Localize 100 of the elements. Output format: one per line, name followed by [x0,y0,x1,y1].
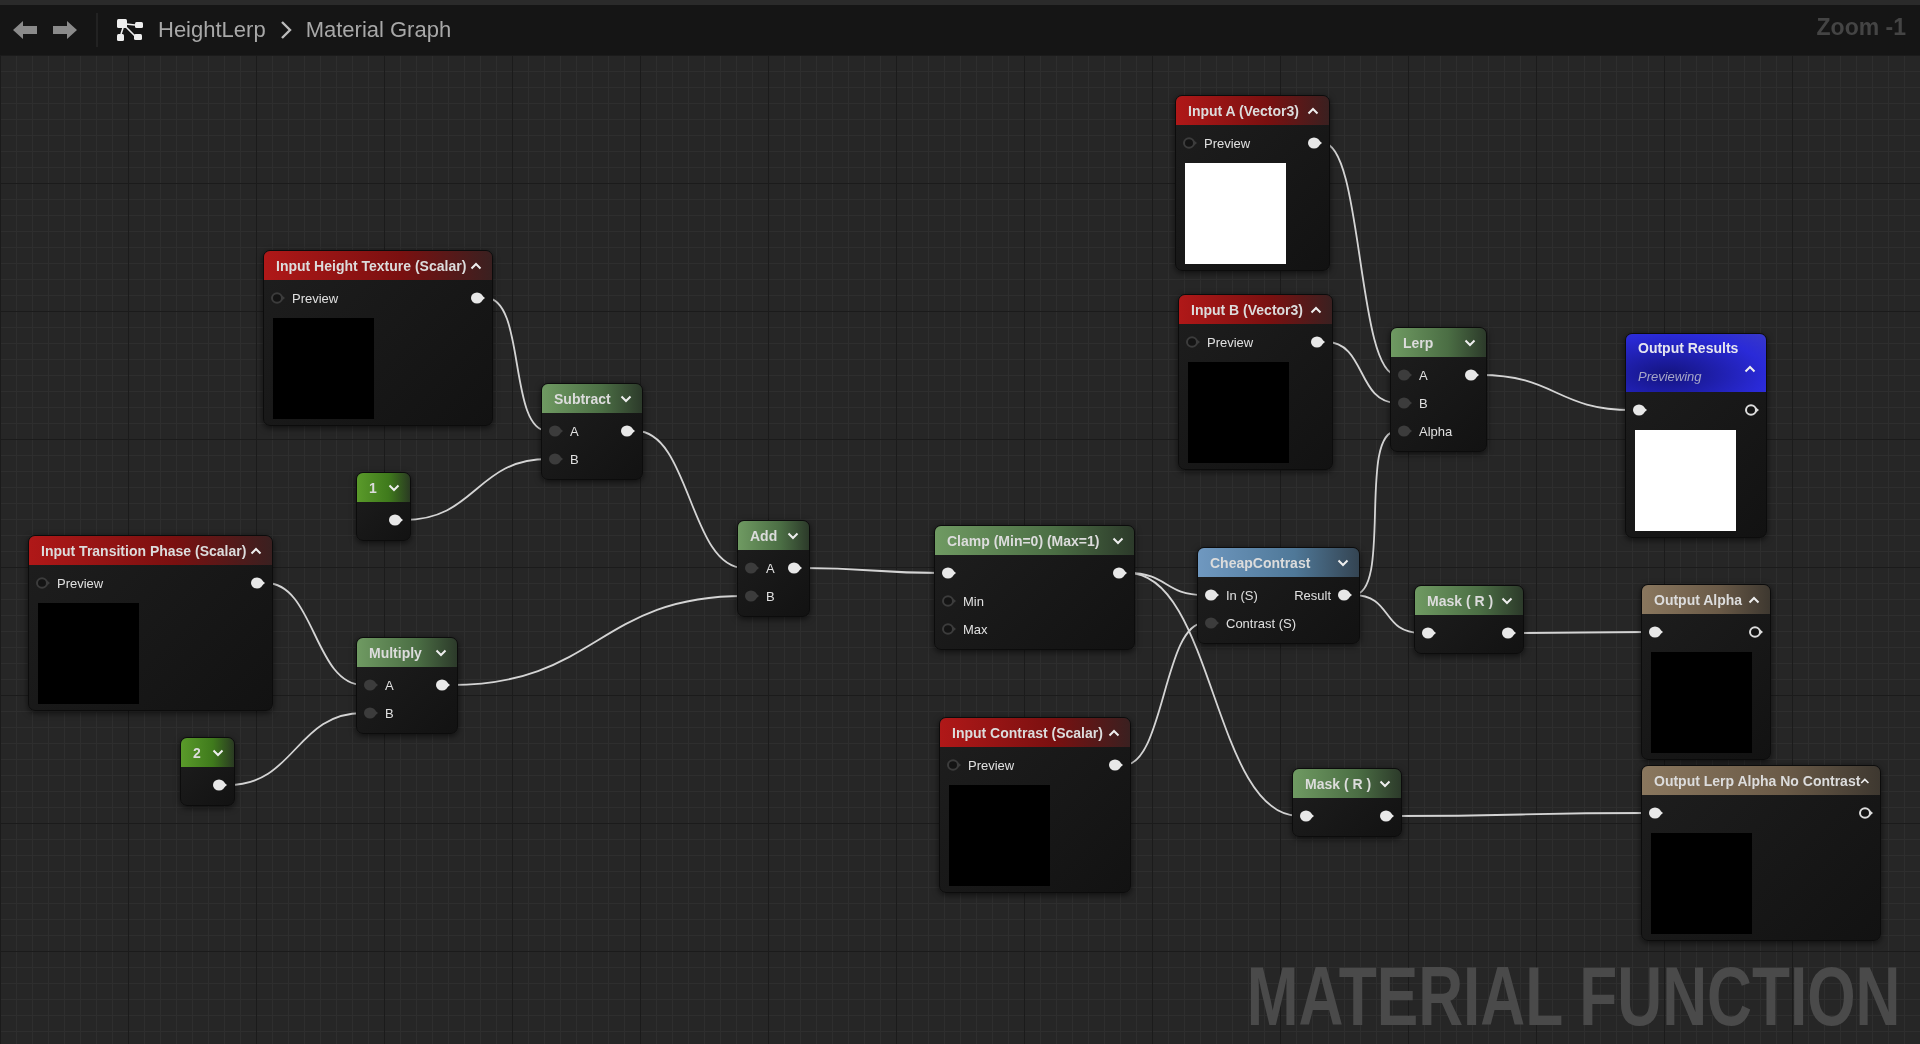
graph-node[interactable]: Lerp A B Alpha [1390,327,1487,452]
node-header[interactable]: Mask ( R ) [1415,586,1523,615]
node-title: Clamp (Min=0) (Max=1) [947,532,1100,549]
connection-pin[interactable] [1744,403,1760,417]
graph-node[interactable]: Clamp (Min=0) (Max=1) Min Max [934,525,1135,650]
chevron-down-icon[interactable] [787,531,799,540]
node-header[interactable]: Mask ( R ) [1293,769,1401,798]
pin-label: Preview [1207,334,1254,350]
arrow-right-icon [52,20,78,40]
graph-node[interactable]: Output Lerp Alpha No Contrast [1641,765,1881,941]
graph-node[interactable]: Input Contrast (Scalar) Preview [939,717,1131,893]
graph-node[interactable]: Subtract A B [541,383,643,480]
pin-label: B [1419,395,1428,411]
chevron-down-icon[interactable] [435,648,447,657]
node-header[interactable]: Input Transition Phase (Scalar) [29,536,272,565]
pin-label: A [766,560,775,576]
connection-pin[interactable] [1748,625,1764,639]
connection-pin[interactable] [388,513,404,527]
connection-pin[interactable] [470,291,486,305]
forward-button[interactable] [52,20,78,40]
node-title: Input Transition Phase (Scalar) [41,542,247,559]
chevron-up-icon[interactable] [250,546,262,555]
node-header[interactable]: Input Contrast (Scalar) [940,718,1130,747]
chevron-up-icon[interactable] [1744,365,1756,373]
node-title: Mask ( R ) [1427,592,1494,609]
connection-pin[interactable] [250,576,266,590]
pin-label: B [385,705,394,721]
breadcrumb-link[interactable]: Material Graph [305,17,452,43]
connection-pin[interactable] [1112,566,1128,580]
breadcrumb-link[interactable]: HeightLerp [158,17,266,43]
connection-pin[interactable] [1858,806,1874,820]
chevron-up-icon[interactable] [1860,776,1870,785]
node-header[interactable]: Input A (Vector3) [1176,96,1329,125]
chevron-up-icon[interactable] [1108,728,1120,737]
node-title: Add [750,527,778,544]
connection-pin[interactable] [435,678,451,692]
pin-label: In (S) [1226,587,1258,603]
connection-pin[interactable] [1204,588,1220,602]
back-button[interactable] [12,20,38,40]
graph-node[interactable]: Add A B [737,520,810,617]
graph-node[interactable]: Input A (Vector3) Preview [1175,95,1330,271]
graph-node[interactable]: Input Transition Phase (Scalar) Preview [28,535,273,711]
connection-pin[interactable] [941,566,957,580]
pin-label: B [570,451,579,467]
connection-pin[interactable] [1307,136,1323,150]
node-title: Subtract [554,390,611,407]
graph-node[interactable]: Output Alpha [1641,584,1771,760]
node-header[interactable]: Multiply [357,638,457,667]
connection-pin[interactable] [620,424,636,438]
connection-pin[interactable] [1108,758,1124,772]
chevron-down-icon[interactable] [1379,779,1391,788]
connection-pin[interactable] [1379,809,1395,823]
graph-node[interactable]: Mask ( R ) [1414,585,1524,654]
pin-label: B [766,588,775,604]
chevron-down-icon[interactable] [620,394,632,403]
chevron-right-icon [279,20,292,40]
connection-pin[interactable] [1632,403,1648,417]
node-header[interactable]: Add [738,521,809,550]
graph-node[interactable]: CheapContrast In (S) Result Contrast (S) [1197,547,1360,644]
node-header[interactable]: Input B (Vector3) [1179,295,1332,324]
chevron-down-icon[interactable] [1112,536,1124,545]
connection-pin[interactable] [1421,626,1437,640]
chevron-up-icon[interactable] [1307,106,1319,115]
node-header[interactable]: Clamp (Min=0) (Max=1) [935,526,1134,555]
graph-node[interactable]: Input B (Vector3) Preview [1178,294,1333,470]
chevron-down-icon[interactable] [1501,596,1513,605]
connection-pin[interactable] [1648,806,1664,820]
node-title: Output Alpha [1654,591,1743,608]
connection-pin[interactable] [1310,335,1326,349]
pin-label: Preview [292,290,339,306]
pin-label: Preview [1204,135,1251,151]
connection-pin[interactable] [1648,625,1664,639]
node-header[interactable]: Output Alpha [1642,585,1770,614]
node-header[interactable]: Output Lerp Alpha No Contrast [1642,766,1880,795]
connection-pin[interactable] [1299,809,1315,823]
node-header[interactable]: Output Results Previewing [1626,334,1766,392]
node-title: CheapContrast [1210,554,1311,571]
connection-pin[interactable] [1501,626,1517,640]
graph-node[interactable]: Mask ( R ) [1292,768,1402,837]
connection-pin[interactable] [1464,368,1480,382]
chevron-down-icon[interactable] [212,748,224,757]
node-title: Output Results [1638,340,1739,356]
graph-node[interactable]: Input Height Texture (Scalar) Preview [263,250,493,426]
node-header[interactable]: Subtract [542,384,642,413]
connection-pin[interactable] [1337,588,1353,602]
chevron-up-icon[interactable] [1310,305,1322,314]
node-title: Input B (Vector3) [1191,301,1303,318]
connection-pin[interactable] [212,778,228,792]
chevron-down-icon[interactable] [1464,338,1476,347]
chevron-down-icon[interactable] [388,483,400,492]
graph-node[interactable]: Output Results Previewing [1625,333,1767,538]
pin-label: Preview [968,757,1015,773]
chevron-up-icon[interactable] [470,261,482,270]
arrow-left-icon [12,20,38,40]
node-header[interactable]: Input Height Texture (Scalar) [264,251,492,280]
chevron-down-icon[interactable] [1337,558,1349,567]
pin-label: Max [963,621,988,637]
graph-node[interactable]: Multiply A B [356,637,458,734]
connection-pin[interactable] [787,561,803,575]
chevron-up-icon[interactable] [1748,595,1760,604]
